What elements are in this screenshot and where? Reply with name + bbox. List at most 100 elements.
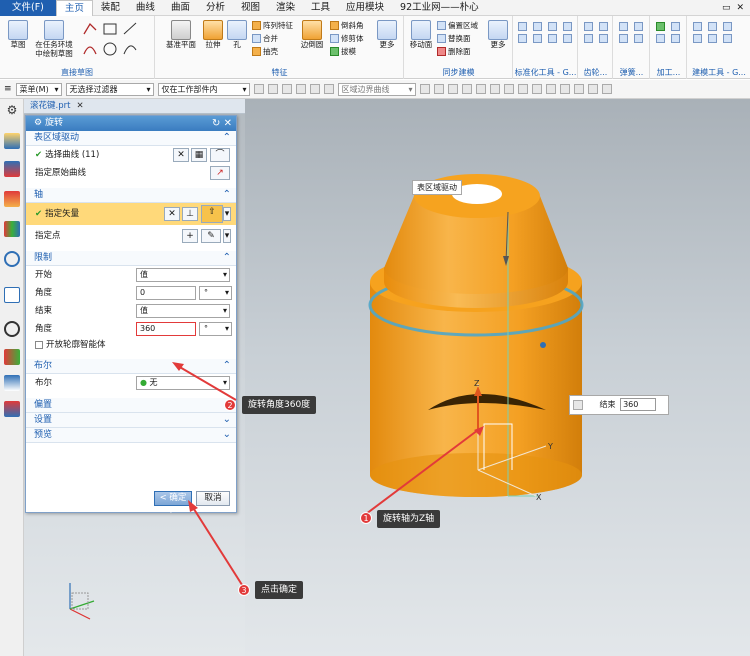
chevron-up-icon[interactable]: ⌃ [223, 359, 231, 373]
tab-file[interactable]: 文件(F) [0, 0, 56, 16]
tool-icon[interactable] [563, 22, 572, 31]
tab-assembly[interactable]: 装配 [93, 0, 128, 16]
end-angle-input[interactable]: 360 [136, 322, 196, 336]
spring-icon[interactable] [634, 22, 643, 31]
spring-icon[interactable] [634, 34, 643, 43]
point-snap-icon[interactable] [419, 84, 430, 94]
tab-analysis[interactable]: 分析 [198, 0, 233, 16]
section-preview[interactable]: 预览 ⌄ [26, 428, 236, 443]
close-icon[interactable]: ✕ [224, 118, 232, 129]
point-snap-icon[interactable] [559, 84, 570, 94]
point-snap-icon[interactable] [461, 84, 472, 94]
tool-icon[interactable] [533, 34, 542, 43]
chevron-down-icon[interactable]: ⌄ [223, 428, 231, 442]
selection-filter-dropdown[interactable]: 无选择过滤器 [65, 82, 154, 96]
edge-blend-button[interactable]: 边倒圆 [298, 20, 326, 49]
reset-icon[interactable]: ↻ [212, 118, 220, 129]
tab-surface[interactable]: 曲面 [163, 0, 198, 16]
modeling-tool-icon[interactable] [723, 34, 732, 43]
sketch-section-icon[interactable]: ▦ [191, 148, 207, 162]
menu-dropdown[interactable]: 菜单(M) [15, 82, 62, 96]
chevron-down-icon[interactable]: ⌄ [223, 413, 231, 427]
open-profile-row[interactable]: 开放轮廓智能体 [26, 338, 236, 353]
chevron-down-icon[interactable]: ▾ [223, 207, 231, 221]
arc-icon[interactable] [83, 46, 97, 55]
tab-curve[interactable]: 曲线 [128, 0, 163, 16]
section-limits[interactable]: 限制 ⌃ [26, 251, 236, 266]
point-snap-icon[interactable] [489, 84, 500, 94]
unite-button[interactable]: 合并 [252, 33, 278, 44]
machining-icon[interactable] [671, 22, 680, 31]
section-boolean[interactable]: 布尔 ⌃ [26, 359, 236, 374]
section-offset[interactable]: 偏置⌄ [26, 398, 236, 413]
machining-icon[interactable] [656, 34, 665, 43]
curve-select-icon[interactable]: ⌒ [210, 148, 230, 162]
start-angle-unit-select[interactable]: ° [199, 286, 232, 300]
more-sync-button[interactable]: 更多 [485, 20, 511, 49]
point-snap-icon[interactable] [545, 84, 556, 94]
open-profile-checkbox[interactable] [35, 340, 43, 349]
replace-face-button[interactable]: 替换面 [437, 33, 471, 44]
zc-axis-icon[interactable]: ⇧ [201, 205, 223, 223]
tool-icon[interactable] [518, 22, 527, 31]
shell-button[interactable]: 抽壳 [252, 46, 278, 57]
snap-icon[interactable] [253, 84, 264, 94]
extrude-button[interactable]: 拉伸 [200, 20, 226, 49]
boolean-select[interactable]: ● 无 [136, 376, 230, 390]
tab-applications[interactable]: 应用模块 [338, 0, 392, 16]
tool-icon[interactable] [563, 34, 572, 43]
chevron-down-icon[interactable]: ▾ [223, 229, 231, 243]
cancel-button[interactable]: 取消 [196, 491, 230, 506]
tool-icon[interactable] [548, 34, 557, 43]
reverse-direction-icon[interactable]: ✕ [164, 207, 180, 221]
snap-icon[interactable] [281, 84, 292, 94]
section-region-drive[interactable]: 表区域驱动 ⌃ [26, 131, 236, 146]
standard-tools-icons[interactable] [518, 22, 575, 43]
tool-icon[interactable] [533, 22, 542, 31]
point-snap-icon[interactable] [531, 84, 542, 94]
section-settings[interactable]: 设置 ⌄ [26, 413, 236, 428]
snap-icon[interactable] [267, 84, 278, 94]
web-browser-icon[interactable] [4, 251, 20, 267]
selection-scope-dropdown[interactable]: 仅在工作部件内 [157, 82, 250, 96]
point-snap-icon[interactable] [573, 84, 584, 94]
point-snap-icon[interactable] [433, 84, 444, 94]
vector-constructor-icon[interactable]: ⊥ [182, 207, 198, 221]
tool-icon[interactable] [548, 22, 557, 31]
gear-icon[interactable] [584, 22, 593, 31]
move-face-button[interactable]: 移动面 [407, 20, 435, 49]
pattern-feature-button[interactable]: 阵列特征 [252, 20, 293, 31]
point-snap-icon[interactable] [601, 84, 612, 94]
file-tab[interactable]: 滚花键.prt ✕ [24, 99, 245, 114]
point-snap-icon[interactable] [475, 84, 486, 94]
value-type-icon[interactable] [573, 399, 583, 410]
draft-button[interactable]: 拔模 [330, 46, 356, 57]
gear-icon[interactable] [599, 22, 608, 31]
point-snap-icon[interactable] [587, 84, 598, 94]
tab-view[interactable]: 视图 [233, 0, 268, 16]
curve-rule-icon[interactable]: ✕ [173, 148, 189, 162]
origin-curve-icon[interactable]: ↗ [210, 166, 230, 180]
profile-icon[interactable] [83, 22, 97, 35]
circle-icon[interactable] [103, 42, 117, 56]
clock-icon[interactable] [4, 321, 20, 337]
point-snap-icon[interactable] [517, 84, 528, 94]
hole-button[interactable]: 孔 [226, 20, 248, 49]
tab-custom[interactable]: 92工业网——朴心 [392, 0, 487, 16]
modeling-tool-icon[interactable] [708, 22, 717, 31]
more-features-button[interactable]: 更多 [374, 20, 400, 49]
end-angle-onscreen-field[interactable]: 结束 360 [569, 395, 669, 415]
start-angle-input[interactable]: 0 [136, 286, 196, 300]
tab-render[interactable]: 渲染 [268, 0, 303, 16]
specify-vector-row[interactable]: ✔ 指定矢量 ✕ ⊥ ⇧ ▾ [26, 203, 236, 225]
specify-point-row[interactable]: 指定点 + ✎ ▾ [26, 225, 236, 247]
snap-icon[interactable] [309, 84, 320, 94]
gear-icon[interactable] [599, 34, 608, 43]
point-constructor-icon[interactable]: + [182, 229, 198, 243]
minimize-icon[interactable]: ▭ [722, 3, 731, 13]
specify-origin-curve-row[interactable]: 指定原始曲线 ↗ [26, 164, 236, 182]
modeling-tool-icon[interactable] [708, 34, 717, 43]
chamfer-button[interactable]: 倒斜角 [330, 20, 364, 31]
start-type-select[interactable]: 值 [136, 268, 230, 282]
delete-face-button[interactable]: 删除面 [437, 46, 471, 57]
